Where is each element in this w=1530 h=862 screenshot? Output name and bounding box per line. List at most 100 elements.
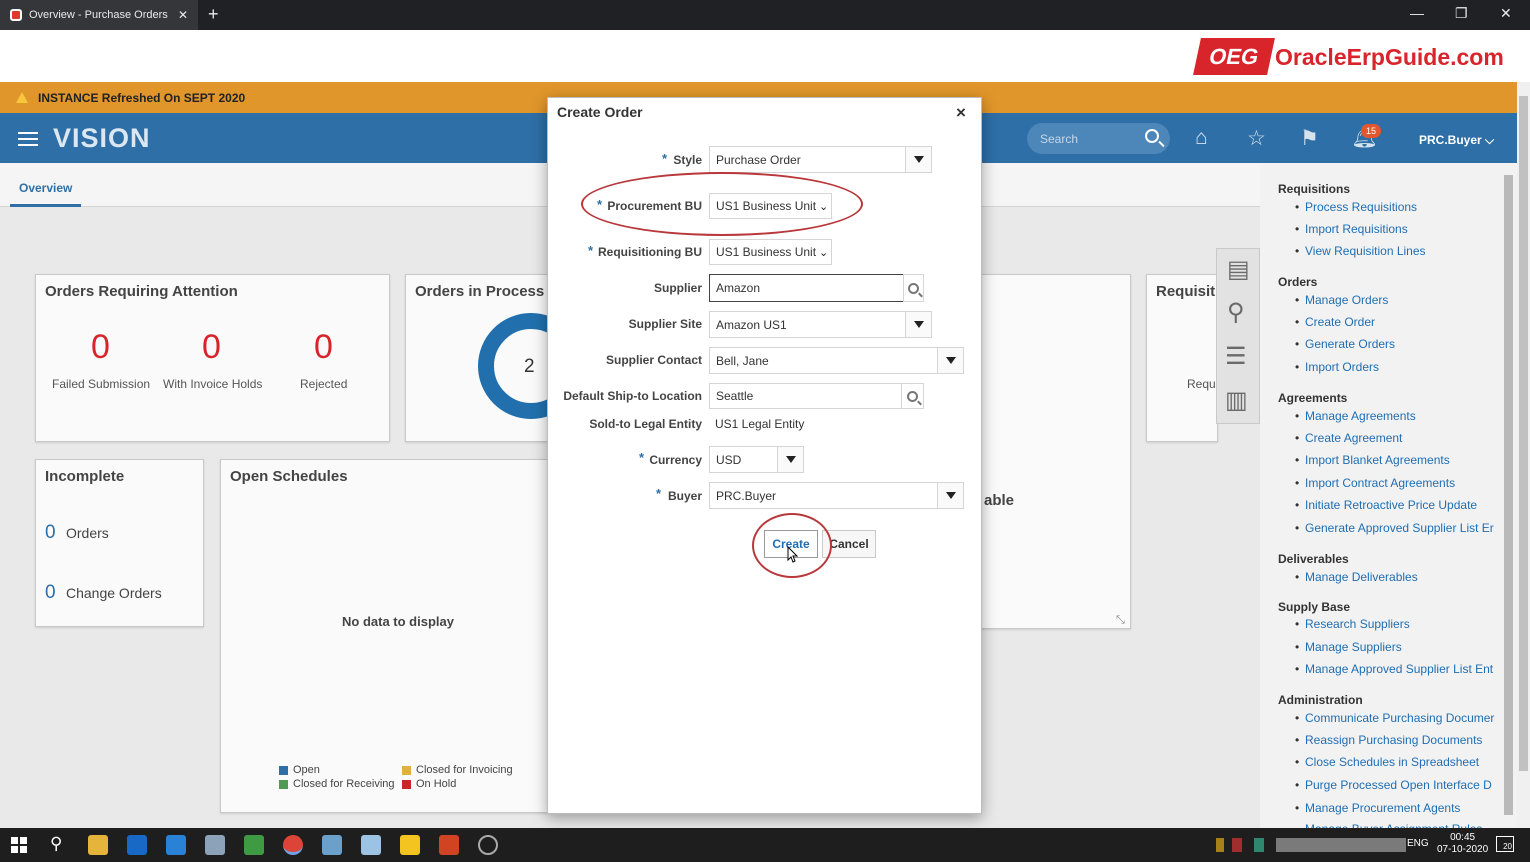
powerpoint-icon[interactable]: [439, 835, 459, 855]
supplier-site-dropdown-button[interactable]: [905, 311, 932, 338]
failed-submission-label: Failed Submission: [52, 377, 151, 391]
invoice-holds-count[interactable]: 0: [202, 328, 221, 367]
ship-to-search-button[interactable]: [901, 383, 924, 409]
task-link[interactable]: Manage Approved Supplier List Ent: [1295, 662, 1493, 676]
sticky-notes-icon[interactable]: [400, 835, 420, 855]
page-scrollbar[interactable]: [1519, 96, 1528, 771]
task-link[interactable]: Import Contract Agreements: [1295, 476, 1455, 490]
tasks-section-administration: Administration: [1278, 693, 1363, 707]
task-link[interactable]: Manage Suppliers: [1295, 640, 1402, 654]
maximize-button[interactable]: ❐: [1455, 5, 1468, 22]
windows-start-icon[interactable]: [11, 837, 27, 853]
user-menu[interactable]: PRC.Buyer ⌵: [1419, 133, 1494, 148]
search-icon[interactable]: [1145, 129, 1159, 143]
app-icon[interactable]: [322, 835, 342, 855]
supplier-input[interactable]: Amazon: [709, 274, 904, 302]
buyer-select[interactable]: PRC.Buyer: [709, 482, 938, 509]
tab-overview[interactable]: Overview: [19, 181, 72, 195]
incomplete-orders-label[interactable]: Orders: [66, 525, 109, 541]
taskbar-search-icon[interactable]: ⚲: [50, 834, 62, 854]
search-panel-icon[interactable]: ⚲: [1227, 298, 1245, 327]
task-link[interactable]: Research Suppliers: [1295, 617, 1410, 631]
chevron-down-icon: ⌄: [819, 200, 829, 213]
favorites-star-icon[interactable]: ☆: [1247, 126, 1266, 151]
no-data-message: No data to display: [342, 614, 454, 629]
buyer-dropdown-button[interactable]: [937, 482, 964, 509]
watchlist-flag-icon[interactable]: ⚑: [1300, 126, 1319, 151]
incomplete-orders-count[interactable]: 0: [45, 522, 56, 544]
tab-close-icon[interactable]: ✕: [178, 8, 188, 22]
task-link[interactable]: Import Requisitions: [1295, 222, 1408, 236]
notepad-icon[interactable]: [244, 835, 264, 855]
app-icon[interactable]: [478, 835, 498, 855]
active-tab-indicator: [10, 204, 81, 207]
task-link[interactable]: Purge Processed Open Interface D: [1295, 778, 1492, 792]
legend-on-hold: On Hold: [416, 778, 457, 790]
tasks-list-icon[interactable]: ▤: [1227, 255, 1250, 284]
action-center-icon[interactable]: 20: [1496, 836, 1514, 852]
clock-time: 00:45: [1450, 832, 1476, 843]
hidden-card: [975, 274, 1131, 629]
rejected-count[interactable]: 0: [314, 328, 333, 367]
task-link[interactable]: Generate Approved Supplier List Er: [1295, 521, 1494, 535]
ship-to-input[interactable]: Seattle: [709, 383, 902, 409]
legend-swatch-closed-invoicing: [402, 766, 411, 775]
task-link[interactable]: Close Schedules in Spreadsheet: [1295, 755, 1479, 769]
analytics-chart-icon[interactable]: ▥: [1225, 386, 1248, 415]
in-process-donut[interactable]: [475, 310, 550, 422]
taskbar-clock[interactable]: 00:45 07-10-2020: [1437, 832, 1488, 856]
tasks-section-requisitions: Requisitions: [1278, 182, 1351, 196]
supplier-site-select[interactable]: Amazon US1: [709, 311, 906, 338]
saved-searches-icon[interactable]: ☰: [1225, 342, 1247, 371]
app-icon[interactable]: [205, 835, 225, 855]
currency-dropdown-button[interactable]: [777, 446, 804, 473]
chrome-icon[interactable]: [283, 835, 303, 855]
task-link[interactable]: Manage Orders: [1295, 293, 1388, 307]
tasks-panel: [1260, 163, 1517, 828]
tasks-panel-scrollbar[interactable]: [1504, 175, 1513, 815]
minimize-button[interactable]: —: [1410, 5, 1424, 21]
task-link[interactable]: View Requisition Lines: [1295, 244, 1425, 258]
home-icon[interactable]: ⌂: [1195, 126, 1208, 150]
currency-select[interactable]: USD: [709, 446, 778, 473]
task-link[interactable]: Generate Orders: [1295, 337, 1395, 351]
system-tray-icons[interactable]: [1216, 838, 1406, 852]
task-link[interactable]: Reassign Purchasing Documents: [1295, 733, 1482, 747]
task-link[interactable]: Process Requisitions: [1295, 200, 1417, 214]
task-link[interactable]: Import Orders: [1295, 360, 1379, 374]
incomplete-title: Incomplete: [45, 468, 125, 485]
style-select[interactable]: Purchase Order: [709, 146, 906, 173]
legend-open: Open: [293, 764, 320, 776]
task-link[interactable]: Manage Agreements: [1295, 409, 1416, 423]
new-tab-button[interactable]: +: [208, 4, 219, 25]
incomplete-change-orders-label[interactable]: Change Orders: [66, 585, 162, 601]
hamburger-menu-icon[interactable]: [18, 132, 38, 146]
outlook-icon[interactable]: [127, 835, 147, 855]
app-icon[interactable]: [361, 835, 381, 855]
resize-handle-icon[interactable]: ⤡: [1116, 614, 1125, 627]
task-link[interactable]: Manage Procurement Agents: [1295, 801, 1460, 815]
requisitioning-bu-value: US1 Business Unit: [716, 245, 817, 259]
task-link[interactable]: Create Agreement: [1295, 431, 1402, 445]
failed-submission-count[interactable]: 0: [91, 328, 110, 367]
task-link[interactable]: Manage Deliverables: [1295, 570, 1418, 584]
hidden-card-text: able: [984, 492, 1015, 509]
supplier-contact-dropdown-button[interactable]: [937, 347, 964, 374]
language-indicator[interactable]: ENG: [1407, 838, 1429, 849]
requisitioning-bu-select[interactable]: US1 Business Unit ⌄: [709, 239, 832, 265]
close-window-button[interactable]: ✕: [1500, 5, 1512, 22]
dialog-close-icon[interactable]: ×: [956, 103, 966, 123]
supplier-contact-select[interactable]: Bell, Jane: [709, 347, 938, 374]
task-link[interactable]: Create Order: [1295, 315, 1375, 329]
mail-icon[interactable]: [166, 835, 186, 855]
task-link[interactable]: Initiate Retroactive Price Update: [1295, 498, 1477, 512]
oracle-favicon-icon: [10, 9, 22, 21]
incomplete-change-orders-count[interactable]: 0: [45, 582, 56, 604]
supplier-search-button[interactable]: [903, 274, 924, 302]
task-link[interactable]: Import Blanket Agreements: [1295, 453, 1450, 467]
procurement-bu-select[interactable]: US1 Business Unit ⌄: [709, 193, 832, 219]
task-link[interactable]: Communicate Purchasing Documer: [1295, 711, 1494, 725]
style-dropdown-button[interactable]: [905, 146, 932, 173]
browser-tab[interactable]: Overview - Purchase Orders - Or ✕: [0, 0, 198, 30]
file-explorer-icon[interactable]: [88, 835, 108, 855]
